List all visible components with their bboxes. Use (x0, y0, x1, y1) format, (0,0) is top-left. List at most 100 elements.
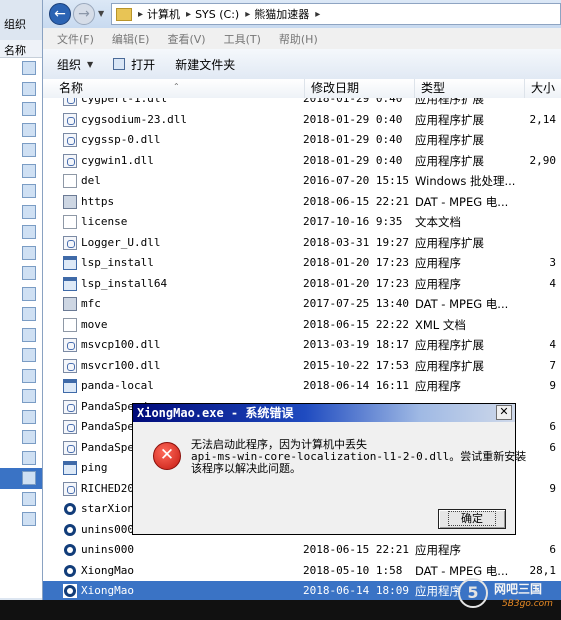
background-name-column[interactable]: 名称 (0, 40, 48, 58)
dialog-message-line: 该程序以解决此问题。 (191, 462, 301, 475)
address-bar[interactable]: ▸ 计算机 ▸ SYS (C:) ▸ 熊猫加速器 ▸ (111, 3, 561, 25)
column-name[interactable]: ⌃ 名称 (53, 79, 305, 98)
background-row[interactable] (0, 345, 48, 366)
file-row[interactable]: Logger_U.dll 2018-03-31 19:27 应用程序扩展 (43, 233, 561, 254)
file-size: 6 (549, 440, 556, 454)
organize-button[interactable]: 组织 ▼ (57, 56, 93, 73)
file-date: 2018-06-14 18:09 (303, 584, 409, 597)
file-type: 应用程序扩展 (415, 98, 484, 106)
file-row[interactable]: cygssp-0.dll 2018-01-29 0:40 应用程序扩展 (43, 130, 561, 151)
file-type: 应用程序 (415, 276, 461, 291)
background-row[interactable] (0, 120, 48, 141)
background-row[interactable] (0, 58, 48, 79)
menu-tools[interactable]: 工具(T) (224, 31, 261, 47)
background-row[interactable] (0, 79, 48, 100)
file-type: DAT - MPEG 电... (415, 194, 509, 209)
file-name: msvcp100.dll (81, 338, 161, 351)
breadcrumb-separator-icon[interactable]: ▸ (138, 9, 143, 20)
background-row[interactable] (0, 161, 48, 182)
file-row[interactable]: msvcp100.dll 2013-03-19 18:17 应用程序扩展 4 (43, 335, 561, 356)
file-row[interactable]: https 2018-06-15 22:21 DAT - MPEG 电... (43, 192, 561, 213)
file-icon (22, 122, 36, 137)
new-folder-button[interactable]: 新建文件夹 (175, 56, 235, 73)
background-row[interactable] (0, 181, 48, 202)
file-name: del (81, 174, 101, 187)
background-row[interactable] (0, 304, 48, 325)
file-row[interactable]: move 2018-06-15 22:22 XML 文档 (43, 315, 561, 336)
ok-button[interactable]: 确定 (438, 509, 506, 529)
menu-file[interactable]: 文件(F) (57, 31, 94, 47)
background-row[interactable] (0, 427, 48, 448)
file-type: 应用程序扩展 (415, 358, 484, 373)
organize-label: 组织 (57, 57, 82, 72)
file-size: 4 (549, 276, 556, 290)
file-date: 2018-01-20 17:23 (303, 256, 409, 269)
file-row[interactable]: msvcr100.dll 2015-10-22 17:53 应用程序扩展 7 (43, 356, 561, 377)
background-row[interactable] (0, 140, 48, 161)
exe-file-icon (63, 256, 77, 270)
file-type: 应用程序 (415, 543, 461, 557)
background-row[interactable] (0, 325, 48, 346)
recent-pages-dropdown-icon[interactable]: ▼ (98, 9, 104, 18)
breadcrumb-separator-icon[interactable]: ▸ (315, 9, 320, 20)
background-row[interactable] (0, 366, 48, 387)
background-row[interactable] (0, 509, 48, 530)
file-date: 2017-10-16 9:35 (303, 215, 403, 228)
breadcrumb-separator-icon[interactable]: ▸ (186, 9, 191, 20)
background-organize-label[interactable]: 组织 (0, 14, 48, 36)
open-button[interactable]: 打开 (113, 56, 155, 73)
dat-file-icon (63, 194, 77, 209)
column-date[interactable]: 修改日期 (305, 79, 415, 98)
file-type: Windows 批处理... (415, 174, 516, 188)
breadcrumb-folder[interactable]: 熊猫加速器 (254, 6, 309, 22)
error-icon: ✕ (153, 442, 181, 470)
background-row[interactable] (0, 448, 48, 469)
background-file-list (0, 58, 48, 598)
file-icon (22, 409, 36, 424)
file-row[interactable]: license 2017-10-16 9:35 文本文档 (43, 212, 561, 233)
file-size: 6 (549, 420, 556, 433)
file-row[interactable]: del 2016-07-20 15:15 Windows 批处理... (43, 171, 561, 192)
breadcrumb-drive[interactable]: SYS (C:) (195, 8, 239, 21)
dialog-titlebar[interactable]: XiongMao.exe - 系统错误 ✕ (133, 404, 515, 422)
file-row[interactable]: mfc 2017-07-25 13:40 DAT - MPEG 电... (43, 294, 561, 315)
column-size[interactable]: 大小 (525, 79, 561, 98)
file-date: 2018-06-15 22:21 (303, 543, 409, 556)
file-row[interactable]: panda-local 2018-06-14 16:11 应用程序 9 (43, 376, 561, 397)
file-row[interactable]: cygsodium-23.dll 2018-01-29 0:40 应用程序扩展 2,1… (43, 110, 561, 131)
background-row[interactable] (0, 284, 48, 305)
file-size (525, 130, 561, 151)
background-row[interactable] (0, 99, 48, 120)
breadcrumb-separator-icon[interactable]: ▸ (245, 9, 250, 20)
close-button[interactable]: ✕ (496, 405, 512, 420)
menu-view[interactable]: 查看(V) (167, 31, 205, 47)
background-row[interactable] (0, 263, 48, 284)
column-type[interactable]: 类型 (415, 79, 525, 98)
background-row[interactable] (0, 386, 48, 407)
file-size: 9 (549, 379, 556, 392)
forward-button[interactable]: → (73, 3, 95, 25)
background-row[interactable] (0, 407, 48, 428)
breadcrumb-computer[interactable]: 计算机 (147, 6, 180, 22)
file-icon (22, 245, 36, 260)
background-row[interactable] (0, 243, 48, 264)
file-row[interactable]: cygwin1.dll 2018-01-29 0:40 应用程序扩展 2,90 (43, 151, 561, 172)
file-row[interactable]: cygperl-1.dll 2018-01-29 0:40 应用程序扩展 (43, 98, 561, 110)
file-row[interactable]: lsp_install 2018-01-20 17:23 应用程序 3 (43, 253, 561, 274)
background-row[interactable] (0, 489, 48, 510)
file-row[interactable]: lsp_install64 2018-01-20 17:23 应用程序 4 (43, 274, 561, 295)
file-name: Logger_U.dll (81, 235, 161, 249)
file-date: 2018-06-14 16:11 (303, 379, 409, 392)
menu-edit[interactable]: 编辑(E) (112, 31, 150, 47)
file-icon (22, 286, 36, 301)
watermark-url: 5B3go.com (502, 599, 553, 609)
menu-help[interactable]: 帮助(H) (279, 31, 318, 47)
background-row[interactable] (0, 222, 48, 243)
file-row[interactable]: unins000 2018-06-15 22:21 应用程序 6 (43, 540, 561, 561)
dll-file-icon (63, 98, 77, 106)
panda-app-icon (63, 502, 77, 516)
background-row[interactable] (0, 202, 48, 223)
back-button[interactable]: ← (49, 3, 71, 25)
text-file-icon (63, 215, 77, 229)
background-row-selected[interactable] (0, 468, 48, 489)
